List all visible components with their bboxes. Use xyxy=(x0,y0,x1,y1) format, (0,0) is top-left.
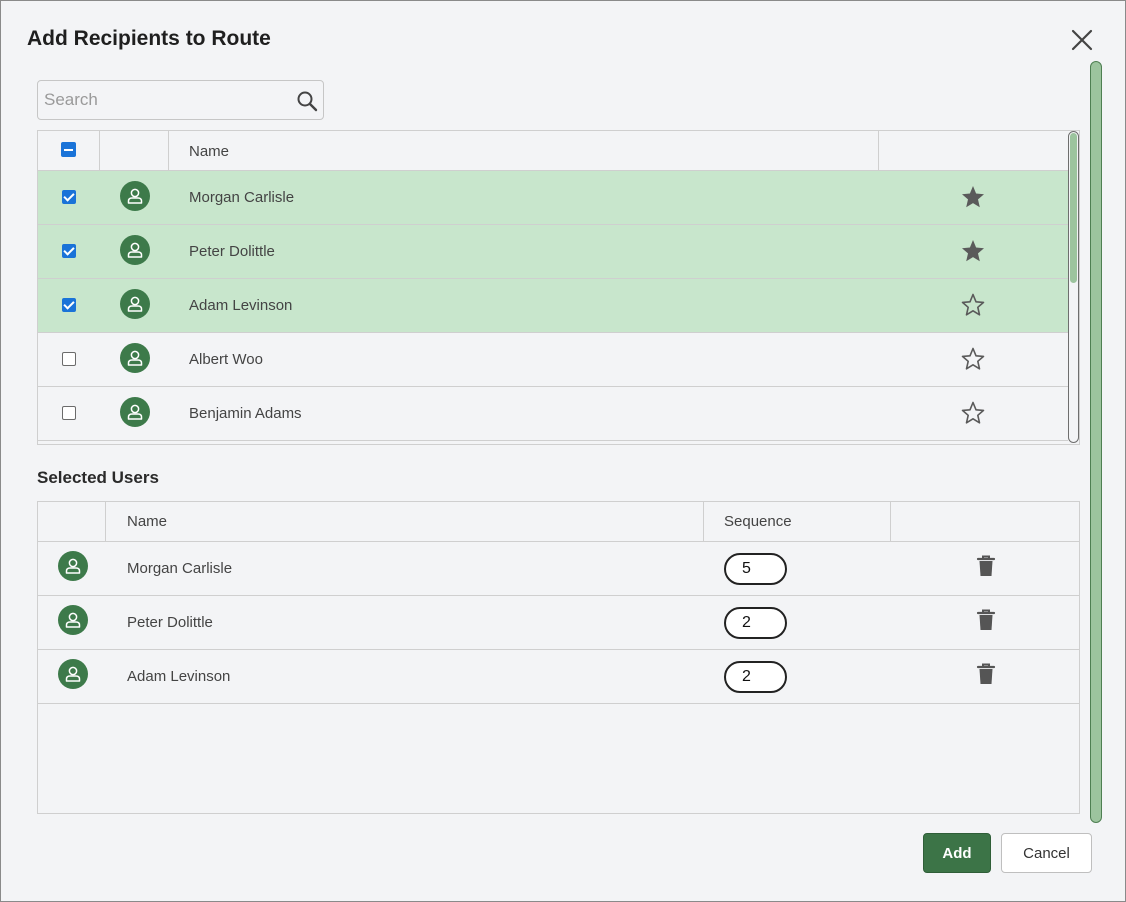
user-avatar-icon xyxy=(65,558,81,574)
avatar xyxy=(120,397,150,427)
recipient-checkbox[interactable] xyxy=(62,190,76,204)
trash-icon[interactable] xyxy=(975,662,997,686)
sequence-input[interactable] xyxy=(724,607,787,639)
selected-user-name: Adam Levinson xyxy=(127,668,231,685)
avatar xyxy=(58,659,88,689)
star-outline-icon[interactable] xyxy=(960,400,986,426)
recipient-checkbox[interactable] xyxy=(62,244,76,258)
selected-users-table: Name Sequence Morgan Carlisle Peter Dolit… xyxy=(37,501,1080,814)
star-outline-icon[interactable] xyxy=(960,346,986,372)
user-avatar-icon xyxy=(127,350,143,366)
selected-user-row: Adam Levinson xyxy=(38,650,1079,704)
close-button[interactable] xyxy=(1067,25,1097,55)
add-button[interactable]: Add xyxy=(923,833,991,873)
recipient-checkbox[interactable] xyxy=(62,298,76,312)
avatar xyxy=(58,605,88,635)
selected-users-header: Name Sequence xyxy=(38,502,1079,542)
avatar xyxy=(120,343,150,373)
recipient-row[interactable]: Morgan Carlisle xyxy=(38,171,1068,225)
user-avatar-icon xyxy=(65,612,81,628)
recipient-row[interactable]: Adam Levinson xyxy=(38,279,1068,333)
user-avatar-icon xyxy=(127,404,143,420)
avatar xyxy=(120,289,150,319)
selected-user-name: Peter Dolittle xyxy=(127,614,213,631)
selected-user-row: Peter Dolittle xyxy=(38,596,1079,650)
add-recipients-dialog: Add Recipients to Route Name Morgan Carl… xyxy=(0,0,1126,902)
avatar xyxy=(58,551,88,581)
recipient-checkbox[interactable] xyxy=(62,352,76,366)
column-header-name[interactable]: Name xyxy=(127,513,167,530)
user-avatar-icon xyxy=(127,188,143,204)
trash-icon[interactable] xyxy=(975,608,997,632)
trash-icon[interactable] xyxy=(975,554,997,578)
cancel-button[interactable]: Cancel xyxy=(1001,833,1092,873)
recipients-table: Name Morgan Carlisle Peter Dolittle Adam L… xyxy=(37,130,1080,445)
star-filled-icon[interactable] xyxy=(960,238,986,264)
column-header-sequence[interactable]: Sequence xyxy=(724,513,792,530)
recipient-name: Morgan Carlisle xyxy=(189,189,295,206)
recipient-name: Albert Woo xyxy=(189,351,263,368)
user-avatar-icon xyxy=(127,296,143,312)
selected-user-name: Morgan Carlisle xyxy=(127,560,233,577)
recipient-row[interactable]: Peter Dolittle xyxy=(38,225,1068,279)
sequence-input[interactable] xyxy=(724,661,787,693)
search-icon[interactable] xyxy=(296,90,318,112)
star-outline-icon[interactable] xyxy=(960,292,986,318)
recipients-scrollbar-thumb[interactable] xyxy=(1070,133,1077,283)
recipient-row[interactable]: Albert Woo xyxy=(38,333,1068,387)
avatar xyxy=(120,235,150,265)
search-box xyxy=(37,80,324,120)
column-header-name[interactable]: Name xyxy=(189,143,229,160)
recipient-name: Adam Levinson xyxy=(189,297,293,314)
recipient-row[interactable]: Benjamin Adams xyxy=(38,387,1068,441)
dialog-scrollbar[interactable] xyxy=(1090,61,1102,823)
avatar xyxy=(120,181,150,211)
close-icon xyxy=(1071,29,1093,51)
selected-user-row: Morgan Carlisle xyxy=(38,542,1079,596)
select-all-checkbox[interactable] xyxy=(61,142,76,157)
recipient-name: Benjamin Adams xyxy=(189,405,302,422)
recipient-checkbox[interactable] xyxy=(62,406,76,420)
recipient-name: Peter Dolittle xyxy=(189,243,275,260)
recipients-scrollbar[interactable] xyxy=(1068,131,1079,443)
selected-users-title: Selected Users xyxy=(37,468,159,487)
dialog-title: Add Recipients to Route xyxy=(27,27,271,50)
user-avatar-icon xyxy=(65,666,81,682)
search-input[interactable] xyxy=(44,87,289,113)
sequence-input[interactable] xyxy=(724,553,787,585)
star-filled-icon[interactable] xyxy=(960,184,986,210)
recipients-table-header: Name xyxy=(38,131,1068,171)
user-avatar-icon xyxy=(127,242,143,258)
